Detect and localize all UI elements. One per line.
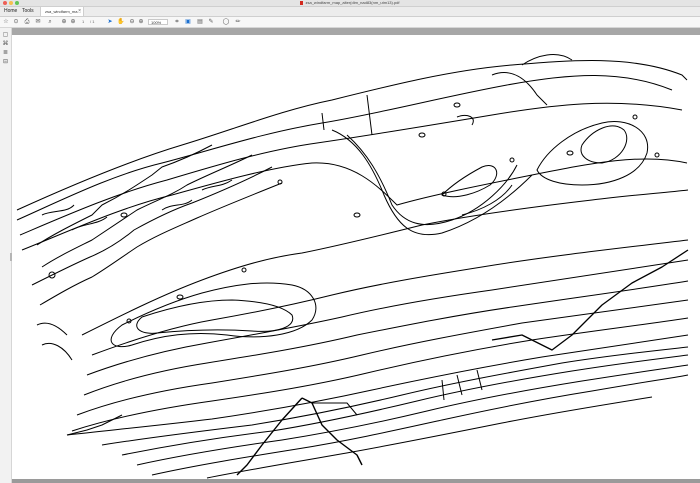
tab-document[interactable]: zsa_windfarm_ma... × <box>40 7 84 16</box>
close-tab-icon[interactable]: × <box>78 7 81 16</box>
pdf-file-icon <box>300 0 304 5</box>
contour-line <box>654 152 660 158</box>
contour-line <box>36 322 73 361</box>
contour-map <box>16 54 689 479</box>
contour-line <box>39 182 283 306</box>
search-icon[interactable]: ⌕ <box>46 18 54 26</box>
contour-line <box>41 154 253 268</box>
comment-icon[interactable]: ◯ <box>222 18 230 26</box>
hand-icon[interactable]: ✋ <box>117 18 125 26</box>
page-total: / 1 <box>90 19 95 24</box>
pen-icon[interactable]: ✏ <box>234 18 242 26</box>
layers-icon[interactable]: ≣ <box>1 49 10 57</box>
contour-line <box>21 158 688 251</box>
contour-line <box>136 299 294 334</box>
crop-icon[interactable]: ⌗ <box>173 18 181 26</box>
contour-line <box>31 166 273 286</box>
upload-icon[interactable]: ⊙ <box>12 18 20 26</box>
contour-line <box>176 294 184 300</box>
page-thumbnails-icon[interactable]: ▢ <box>1 31 10 39</box>
contour-line <box>81 189 689 336</box>
window-title-text: zsa_windfarm_map_alter(dim_nad83(nm_utm1… <box>305 0 400 5</box>
zoom-level-select[interactable]: 100% <box>148 19 168 25</box>
contour-line <box>41 204 108 231</box>
contour-line <box>71 317 689 432</box>
contour-line <box>66 334 689 436</box>
contour-line <box>91 239 689 356</box>
window-title: zsa_windfarm_map_alter(dim_nad83(nm_utm1… <box>0 0 700 6</box>
contour-line <box>346 134 518 226</box>
pdf-page <box>12 35 700 479</box>
contour-line <box>536 121 649 186</box>
contour-line <box>36 144 213 246</box>
contour-line <box>321 94 474 136</box>
contour-line <box>110 282 317 348</box>
contour-line <box>136 364 689 466</box>
up-arrow-icon[interactable]: ⊕ <box>60 18 68 26</box>
tab-bar: Home Tools zsa_windfarm_ma... × <box>0 7 700 17</box>
zoom-out-icon[interactable]: ⊖ <box>128 18 136 26</box>
contour-line <box>151 374 689 476</box>
contour-line <box>509 157 515 163</box>
sign-icon[interactable]: ✎ <box>207 18 215 26</box>
printer-icon[interactable]: ⎙ <box>23 18 31 26</box>
bookmark-icon[interactable]: ⌘ <box>1 40 10 48</box>
contour-line <box>353 212 361 218</box>
export-icon[interactable]: ▤ <box>196 18 204 26</box>
window-titlebar: zsa_windfarm_map_alter(dim_nad83(nm_utm1… <box>0 0 700 7</box>
contour-line <box>120 212 128 218</box>
contour-line <box>19 102 683 236</box>
contour-line <box>453 102 461 108</box>
contour-line <box>632 114 638 120</box>
cursor-icon[interactable]: ➤ <box>106 18 114 26</box>
tab-home[interactable]: Home <box>4 7 17 16</box>
toolbar: ☆ ⊙ ⎙ ✉ ⌕ ⊕ ⊕ 1 / 1 ➤ ✋ ⊖ ⊕ 100% ⌗ ▣ ▤ ✎… <box>0 17 700 28</box>
edit-pdf-icon[interactable]: ▣ <box>184 18 192 26</box>
down-arrow-icon[interactable]: ⊕ <box>69 18 77 26</box>
page-gap <box>12 28 700 35</box>
contour-line <box>566 150 574 156</box>
document-tab-label: zsa_windfarm_ma... <box>45 9 81 14</box>
contour-line <box>418 132 426 138</box>
save-icon[interactable]: ☆ <box>2 18 10 26</box>
zoom-in-icon[interactable]: ⊕ <box>137 18 145 26</box>
document-viewport[interactable] <box>12 28 700 483</box>
email-icon[interactable]: ✉ <box>34 18 42 26</box>
contour-line <box>331 129 533 236</box>
contour-line <box>580 125 628 164</box>
attachments-icon[interactable]: ⊟ <box>1 58 10 66</box>
page-number-field[interactable]: 1 <box>82 18 84 26</box>
zoom-level-text: 100% <box>151 20 162 25</box>
contour-line <box>16 60 688 211</box>
contour-line <box>83 280 689 396</box>
tab-tools[interactable]: Tools <box>22 7 34 16</box>
contour-line <box>241 267 247 273</box>
